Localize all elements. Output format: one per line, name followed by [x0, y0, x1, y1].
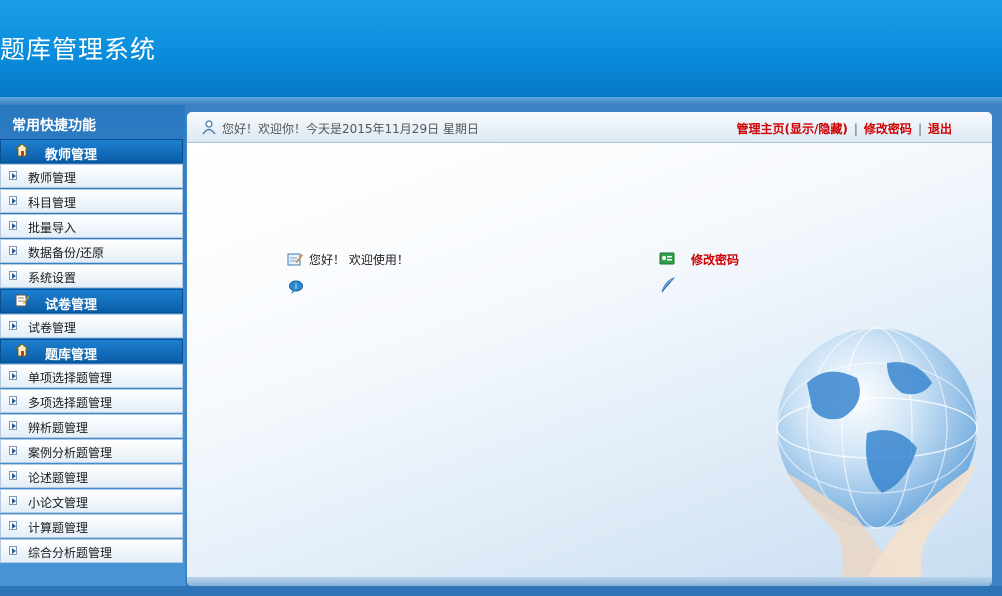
house-icon: [15, 143, 29, 157]
sidebar-item-discrimination[interactable]: 辨析题管理: [0, 414, 183, 438]
sidebar-item-label: 论述题管理: [28, 471, 89, 485]
arrow-right-icon: [9, 371, 17, 380]
sidebar-item-label: 多项选择题管理: [28, 396, 113, 410]
arrow-right-icon: [9, 246, 17, 255]
logout-link[interactable]: 退出: [928, 122, 952, 136]
app-title: 题库管理系统: [0, 35, 157, 64]
sidebar-item-multiple-choice[interactable]: 多项选择题管理: [0, 389, 183, 413]
arrow-right-icon: [9, 546, 17, 555]
top-links: 管理主页(显示/隐藏) | 修改密码 | 退出: [737, 120, 952, 137]
sidebar: 常用快捷功能 教师管理 教师管理 科目管理 批量导入 数据备份/还原 系统设置 …: [0, 105, 185, 596]
edit-note-icon: [287, 253, 303, 266]
link-separator: |: [853, 122, 858, 136]
menu-group-teacher[interactable]: 教师管理: [0, 139, 183, 163]
sidebar-item-label: 计算题管理: [28, 521, 89, 535]
id-card-icon: [659, 252, 675, 265]
sidebar-item-label: 教师管理: [28, 171, 77, 185]
arrow-right-icon: [9, 321, 17, 330]
arrow-right-icon: [9, 196, 17, 205]
sidebar-item-single-choice[interactable]: 单项选择题管理: [0, 364, 183, 388]
edit-paper-icon: [15, 294, 29, 307]
header-divider: [0, 97, 1002, 105]
arrow-right-icon: [9, 521, 17, 530]
feather-pen-icon: [661, 277, 676, 293]
sidebar-item-batch-import[interactable]: 批量导入: [0, 214, 183, 238]
sidebar-item-label: 案例分析题管理: [28, 446, 113, 460]
sidebar-item-backup-restore[interactable]: 数据备份/还原: [0, 239, 183, 263]
top-info-bar: 您好！欢迎你！今天是2015年11月29日 星期日 管理主页(显示/隐藏) | 修改…: [187, 112, 992, 143]
welcome-text: 您好！ 欢迎使用！: [309, 253, 409, 267]
sidebar-item-label: 小论文管理: [28, 496, 89, 510]
change-password-content-link[interactable]: 修改密码: [691, 251, 739, 268]
sidebar-item-system-settings[interactable]: 系统设置: [0, 264, 183, 288]
sidebar-item-label: 系统设置: [28, 271, 77, 285]
footer-strip: [0, 586, 1002, 596]
arrow-right-icon: [9, 171, 17, 180]
svg-text:i: i: [295, 282, 297, 291]
sidebar-item-label: 试卷管理: [28, 321, 77, 335]
sidebar-item-subject-manage[interactable]: 科目管理: [0, 189, 183, 213]
sidebar-title: 常用快捷功能: [12, 118, 96, 134]
sidebar-item-paper-manage[interactable]: 试卷管理: [0, 314, 183, 338]
menu-group-label: 试卷管理: [45, 298, 98, 313]
greeting-text: 您好！欢迎你！今天是2015年11月29日 星期日: [222, 122, 479, 136]
sidebar-item-calculation[interactable]: 计算题管理: [0, 514, 183, 538]
globe-hands-illustration: [776, 327, 978, 577]
main-panel: 您好！欢迎你！今天是2015年11月29日 星期日 管理主页(显示/隐藏) | 修改…: [187, 112, 992, 586]
sidebar-item-essay[interactable]: 论述题管理: [0, 464, 183, 488]
sidebar-item-label: 辨析题管理: [28, 421, 89, 435]
sidebar-item-teacher-manage[interactable]: 教师管理: [0, 164, 183, 188]
app-header: 题库管理系统: [0, 0, 1002, 97]
house-icon: [15, 343, 29, 357]
arrow-right-icon: [9, 396, 17, 405]
arrow-right-icon: [9, 446, 17, 455]
arrow-right-icon: [9, 471, 17, 480]
sidebar-item-label: 综合分析题管理: [28, 546, 113, 560]
sidebar-item-short-paper[interactable]: 小论文管理: [0, 489, 183, 513]
menu-group-question-bank[interactable]: 题库管理: [0, 339, 183, 363]
link-separator: |: [917, 122, 922, 136]
menu-group-label: 教师管理: [45, 148, 98, 163]
arrow-right-icon: [9, 496, 17, 505]
bottom-bar: [187, 577, 992, 586]
sidebar-item-case-analysis[interactable]: 案例分析题管理: [0, 439, 183, 463]
sidebar-item-label: 数据备份/还原: [28, 246, 105, 260]
arrow-right-icon: [9, 271, 17, 280]
content-area: 您好！ 欢迎使用！ i 修改密码: [187, 143, 992, 577]
change-password-link[interactable]: 修改密码: [864, 122, 912, 136]
user-icon: [202, 120, 216, 135]
sidebar-item-label: 批量导入: [28, 221, 77, 235]
sidebar-menu: 教师管理 教师管理 科目管理 批量导入 数据备份/还原 系统设置 试卷管理 试卷…: [0, 139, 183, 564]
sidebar-item-comprehensive-analysis[interactable]: 综合分析题管理: [0, 539, 183, 563]
sidebar-item-label: 科目管理: [28, 196, 77, 210]
menu-group-paper[interactable]: 试卷管理: [0, 289, 183, 313]
menu-group-label: 题库管理: [45, 348, 98, 363]
arrow-right-icon: [9, 221, 17, 230]
home-toggle-link[interactable]: 管理主页(显示/隐藏): [737, 122, 848, 136]
sidebar-item-label: 单项选择题管理: [28, 371, 113, 385]
chat-bubble-icon: i: [289, 280, 303, 294]
arrow-right-icon: [9, 421, 17, 430]
